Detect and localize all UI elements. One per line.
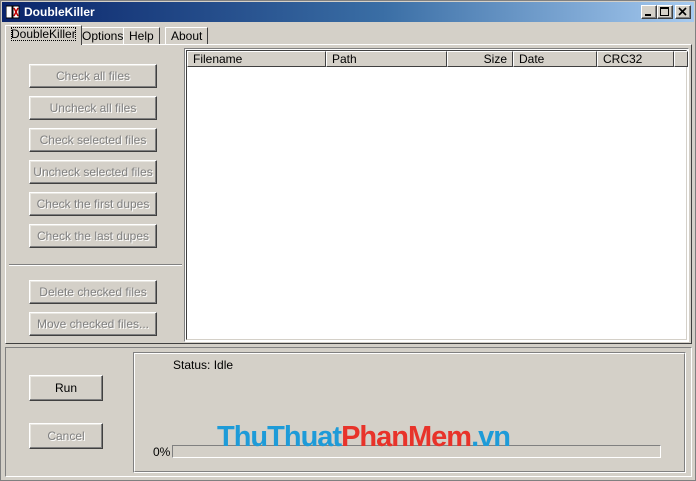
progress-percent: 0% (153, 445, 171, 459)
delete-checked-button[interactable]: Delete checked files (29, 280, 157, 304)
check-last-dupes-button[interactable]: Check the last dupes (29, 224, 157, 248)
column-header-size[interactable]: Size (447, 51, 513, 67)
tab-about[interactable]: About (165, 27, 209, 44)
column-header-path[interactable]: Path (326, 51, 447, 67)
close-button[interactable] (675, 5, 691, 19)
check-first-dupes-button[interactable]: Check the first dupes (29, 192, 157, 216)
button-separator (9, 264, 182, 266)
list-body: Filename Path Size Date CRC32 (186, 50, 688, 340)
cancel-button[interactable]: Cancel (29, 423, 103, 449)
move-checked-button[interactable]: Move checked files... (29, 312, 157, 336)
column-header-filler (674, 51, 688, 67)
close-icon (678, 7, 687, 16)
watermark-part-2: PhanMem (341, 421, 472, 453)
tab-label: About (171, 29, 203, 43)
status-text: Status: Idle (173, 358, 234, 372)
minimize-button[interactable] (641, 5, 657, 19)
tab-options[interactable]: Options (76, 27, 130, 44)
window-title: DoubleKiller (24, 5, 95, 19)
uncheck-selected-button[interactable]: Uncheck selected files (29, 160, 157, 184)
minimize-icon (645, 14, 651, 16)
column-header-date[interactable]: Date (513, 51, 597, 67)
column-header-crc32[interactable]: CRC32 (597, 51, 674, 67)
column-header-filename[interactable]: Filename (187, 51, 326, 67)
tab-doublekiller[interactable]: DoubleKiller (5, 25, 82, 45)
tab-help[interactable]: Help (123, 27, 160, 44)
app-icon (5, 5, 20, 19)
maximize-icon (660, 7, 669, 16)
watermark-part-3: .vn (471, 421, 511, 453)
watermark-part-1: ThuThuat (217, 421, 342, 453)
tab-label: Options (82, 29, 124, 43)
check-all-button[interactable]: Check all files (29, 64, 157, 88)
duplicate-file-list[interactable]: Filename Path Size Date CRC32 (184, 48, 689, 342)
run-button[interactable]: Run (29, 375, 103, 401)
check-selected-button[interactable]: Check selected files (29, 128, 157, 152)
tab-label: DoubleKiller (11, 27, 76, 41)
maximize-button[interactable] (657, 5, 673, 19)
app-window: DoubleKiller DoubleKiller Options Help A… (0, 0, 696, 481)
uncheck-all-button[interactable]: Uncheck all files (29, 96, 157, 120)
tab-label: Help (129, 29, 154, 43)
watermark-logo: ThuThuatPhanMem.vn (217, 421, 511, 454)
title-bar[interactable]: DoubleKiller (2, 2, 694, 22)
